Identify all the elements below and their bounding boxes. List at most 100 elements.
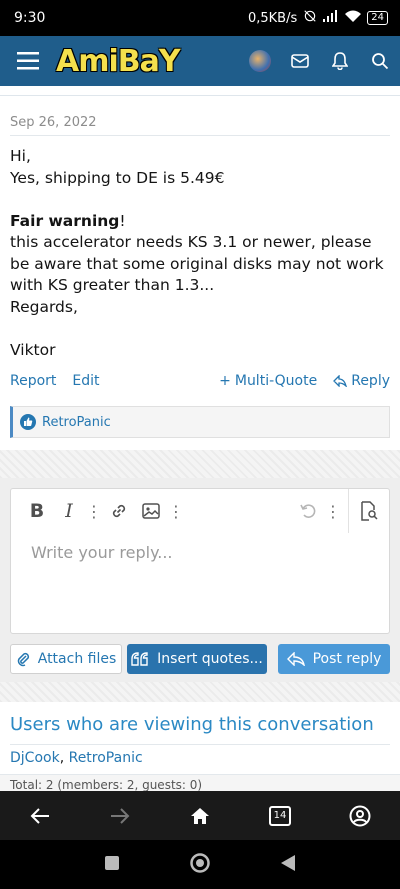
forward-button[interactable] — [100, 796, 140, 836]
reply-icon — [286, 652, 305, 666]
arrow-right-icon — [111, 807, 130, 824]
signal-icon — [323, 10, 339, 26]
page-content: Sep 26, 2022 Hi, Yes, shipping to DE is … — [0, 86, 400, 791]
post-actions: Report Edit + Multi-Quote Reply — [10, 373, 390, 389]
post-line: Yes, shipping to DE is 5.49€ — [10, 168, 225, 187]
divider — [0, 682, 400, 702]
bell-icon — [332, 52, 348, 70]
more-vertical-icon: ⋮ — [168, 501, 184, 521]
separator: , — [59, 750, 69, 766]
quote-icon — [131, 652, 148, 666]
tab-count-icon: 14 — [269, 805, 291, 826]
divider — [0, 86, 400, 96]
network-speed: 0,5KB/s — [247, 10, 298, 26]
divider — [0, 450, 400, 478]
bold-text: Fair warning — [10, 211, 120, 230]
triangle-back-icon — [280, 854, 295, 871]
reply-label: Reply — [351, 373, 390, 389]
divider — [10, 135, 390, 136]
insert-quotes-label: Insert quotes... — [157, 651, 263, 667]
editor-toolbar: B I ⋮ ⋮ ⋮ — [11, 489, 389, 533]
more-editor-options-button[interactable]: ⋮ — [324, 495, 342, 527]
post-reply-button[interactable]: Post reply — [278, 644, 390, 674]
post-signature: Viktor — [10, 340, 56, 359]
post-date[interactable]: Sep 26, 2022 — [10, 115, 97, 130]
account-circle-icon — [349, 805, 371, 826]
link-button[interactable] — [103, 495, 135, 527]
status-time: 9:30 — [14, 10, 46, 26]
image-button[interactable] — [135, 495, 167, 527]
status-bar: 9:30 0,5KB/s 24 — [0, 0, 400, 36]
account-button[interactable] — [240, 36, 280, 86]
divider — [10, 744, 390, 745]
image-icon — [142, 503, 160, 519]
post-body: Hi, Yes, shipping to DE is 5.49€ Fair wa… — [10, 146, 390, 361]
post-line: Hi, — [10, 147, 31, 165]
alerts-button[interactable] — [320, 36, 360, 86]
bold-icon: B — [29, 500, 45, 522]
insert-quotes-button[interactable]: Insert quotes... — [127, 644, 267, 674]
home-icon — [191, 807, 209, 824]
reactions-bar: RetroPanic — [10, 406, 390, 438]
undo-icon — [300, 504, 316, 518]
inbox-button[interactable] — [280, 36, 320, 86]
bold-button[interactable]: B — [21, 495, 53, 527]
preview-icon — [361, 501, 378, 521]
battery-icon: 24 — [367, 11, 388, 25]
undo-button[interactable] — [292, 495, 324, 527]
viewer-link[interactable]: DjCook — [10, 750, 60, 766]
search-icon — [372, 53, 389, 70]
quick-reply-section: B I ⋮ ⋮ ⋮ Write your reply... Attach fil… — [0, 450, 400, 682]
arrow-left-icon — [30, 807, 49, 824]
circle-icon — [190, 852, 210, 873]
home-button[interactable] — [180, 796, 220, 836]
italic-icon: I — [65, 500, 73, 522]
more-vertical-icon: ⋮ — [325, 501, 341, 521]
recents-button[interactable] — [104, 855, 120, 875]
edit-link[interactable]: Edit — [72, 373, 99, 389]
avatar — [249, 50, 271, 72]
hamburger-icon — [17, 52, 39, 70]
logo-text: AmiBaY — [56, 43, 181, 79]
multi-quote-button[interactable]: + Multi-Quote — [219, 373, 317, 389]
preview-button[interactable] — [349, 501, 389, 521]
reply-placeholder: Write your reply... — [31, 543, 173, 562]
search-button[interactable] — [360, 36, 400, 86]
browser-toolbar: 14 — [0, 791, 400, 840]
reaction-user-link[interactable]: RetroPanic — [42, 415, 111, 430]
more-text-options-button[interactable]: ⋮ — [85, 495, 103, 527]
editor-buttons: Attach files Insert quotes... Post reply — [10, 644, 390, 674]
menu-button[interactable] — [0, 36, 56, 86]
profile-button[interactable] — [340, 796, 380, 836]
report-link[interactable]: Report — [10, 373, 56, 389]
reply-button[interactable]: Reply — [333, 373, 390, 389]
reply-editor[interactable]: B I ⋮ ⋮ ⋮ Write your reply... — [10, 488, 390, 634]
like-icon — [20, 414, 36, 430]
viewer-link[interactable]: RetroPanic — [69, 750, 143, 766]
attach-files-button[interactable]: Attach files — [10, 644, 122, 674]
alarm-off-icon — [303, 9, 317, 27]
app-header: AmiBaY — [0, 36, 400, 86]
post-message: Sep 26, 2022 Hi, Yes, shipping to DE is … — [0, 86, 400, 450]
back-button[interactable] — [20, 796, 60, 836]
more-vertical-icon: ⋮ — [86, 501, 102, 521]
system-navigation-bar — [0, 840, 400, 889]
tabs-button[interactable]: 14 — [260, 796, 300, 836]
attach-files-label: Attach files — [37, 651, 117, 667]
post-line: this accelerator needs KS 3.1 or newer, … — [10, 233, 384, 294]
multi-quote-label: Multi-Quote — [234, 373, 318, 389]
home-nav-button[interactable] — [189, 852, 211, 878]
back-nav-button[interactable] — [280, 854, 296, 876]
square-icon — [105, 855, 120, 870]
post-reply-label: Post reply — [312, 651, 382, 667]
plus-icon: + — [219, 373, 231, 389]
post-line: Regards, — [10, 297, 78, 316]
viewers-list: DjCook, RetroPanic — [10, 750, 143, 766]
site-logo[interactable]: AmiBaY — [56, 43, 208, 79]
italic-button[interactable]: I — [53, 495, 85, 527]
status-icons: 0,5KB/s 24 — [248, 9, 388, 27]
viewers-title: Users who are viewing this conversation — [10, 714, 374, 735]
viewers-total: Total: 2 (members: 2, guests: 0) — [0, 774, 400, 791]
more-insert-options-button[interactable]: ⋮ — [167, 495, 185, 527]
wifi-icon — [345, 10, 362, 26]
